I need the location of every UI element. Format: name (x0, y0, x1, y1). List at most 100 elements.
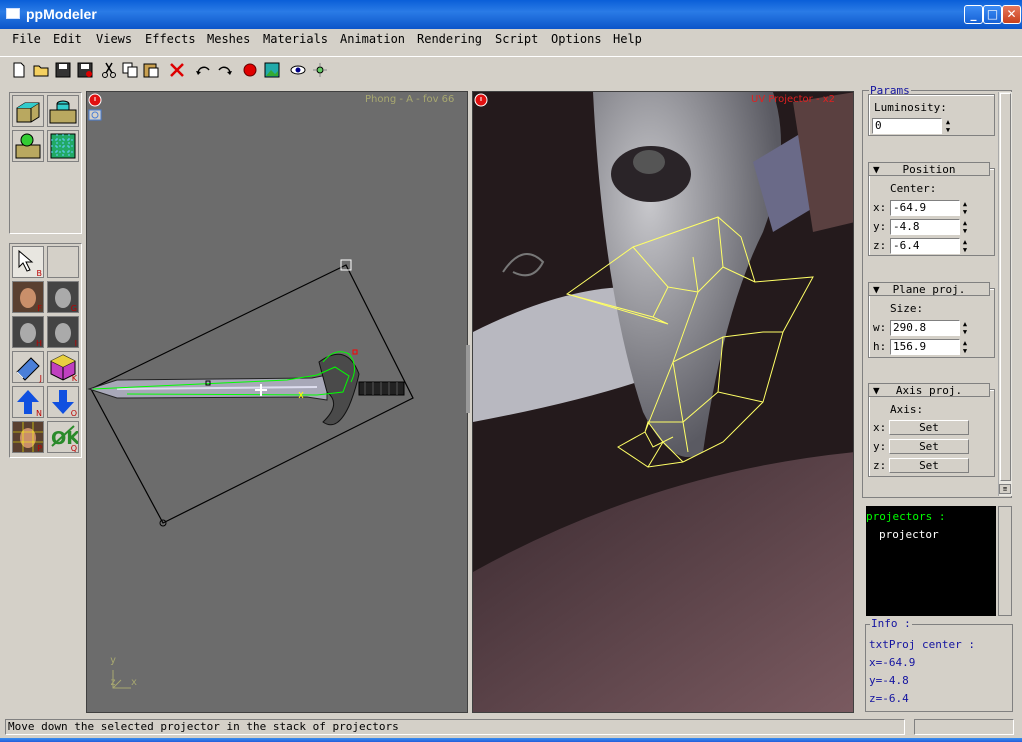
redo-icon[interactable] (216, 61, 234, 79)
texture-tool-f[interactable]: F (12, 281, 44, 313)
scroll-grip-icon[interactable]: ≡ (999, 484, 1011, 494)
position-y-spinner[interactable]: ▲ ▼ (960, 219, 970, 235)
viewport-close-icon[interactable] (474, 93, 488, 107)
record-icon[interactable] (241, 61, 259, 79)
ok-tool[interactable]: OK Q (47, 421, 81, 453)
texture-cube-tool[interactable]: K (47, 351, 79, 383)
create-box-tool[interactable] (12, 95, 44, 127)
params-scrollbar[interactable]: ≡ (998, 92, 1012, 496)
position-y-input[interactable]: -4.8 (890, 219, 960, 235)
size-h-input[interactable]: 156.9 (890, 339, 960, 355)
projectors-header: projectors : (866, 510, 946, 523)
menu-animation[interactable]: Animation (340, 32, 405, 46)
uv-viewport-label: UV Projector - x2 (751, 94, 836, 105)
scrollbar-thumb[interactable] (1000, 93, 1011, 481)
app-icon (6, 8, 20, 19)
cylinder-icon (49, 100, 77, 124)
uv-viewport[interactable]: UV Projector - x2 (472, 91, 854, 713)
size-h-label: h: (873, 340, 887, 353)
center-label: Center: (890, 182, 937, 195)
menu-script[interactable]: Script (495, 32, 538, 46)
axis-x-set-button[interactable]: Set (889, 420, 969, 435)
box-icon (16, 102, 40, 123)
texture-tool-i[interactable]: I (47, 316, 79, 348)
position-y-label: y: (873, 220, 887, 233)
size-w-input[interactable]: 290.8 (890, 320, 960, 336)
menu-options[interactable]: Options (551, 32, 602, 46)
menu-bar: File Edit Views Effects Meshes Materials… (0, 29, 1022, 51)
position-x-input[interactable]: -64.9 (890, 200, 960, 216)
menu-meshes[interactable]: Meshes (207, 32, 250, 46)
info-line: x=-64.9 (869, 656, 916, 669)
menu-materials[interactable]: Materials (263, 32, 328, 46)
toolbar (0, 56, 1022, 84)
viewport-3d[interactable]: Phong - A - fov 66 y x z (86, 91, 468, 713)
splitter[interactable] (466, 345, 470, 413)
menu-effects[interactable]: Effects (145, 32, 196, 46)
axis-y-label: y (110, 655, 117, 666)
paste-icon[interactable] (142, 61, 160, 79)
plane-proj-header[interactable]: ▼ Plane proj. (868, 282, 990, 296)
info-line: txtProj center : (869, 638, 975, 651)
window-title: ppModeler (26, 6, 97, 22)
list-item[interactable]: projector (879, 528, 939, 541)
texture-tool-p[interactable]: P (12, 421, 44, 453)
axis-x-label: x (131, 677, 138, 688)
size-h-spinner[interactable]: ▲ ▼ (960, 339, 970, 355)
luminosity-input[interactable]: 0 (872, 118, 942, 134)
taskbar-edge (0, 738, 1022, 742)
move-down-tool[interactable]: O (47, 386, 79, 418)
info-line: z=-6.4 (869, 692, 909, 705)
save-icon[interactable] (54, 61, 72, 79)
create-sphere-tool[interactable] (12, 130, 44, 162)
axis-y-set-button[interactable]: Set (889, 439, 969, 454)
delete-tool[interactable]: J (12, 351, 44, 383)
texture-tool-h[interactable]: H (12, 316, 44, 348)
maximize-button[interactable]: □ (983, 5, 1002, 24)
undo-icon[interactable] (194, 61, 212, 79)
tool-palette: B F G H I J K N O P OK Q (9, 243, 82, 458)
status-bar: Move down the selected projector in the … (5, 719, 905, 735)
cut-icon[interactable] (100, 61, 118, 79)
copy-icon[interactable] (121, 61, 139, 79)
face-gray-thumbnail-icon (48, 317, 78, 347)
minimize-button[interactable]: _ (964, 5, 983, 24)
axis-z-set-button[interactable]: Set (889, 458, 969, 473)
save-as-icon[interactable] (76, 61, 94, 79)
collapse-triangle-icon: ▼ (873, 384, 880, 397)
texture-tool-g[interactable]: G (47, 281, 79, 313)
close-button[interactable]: ✕ (1002, 5, 1021, 24)
axis-proj-header[interactable]: ▼ Axis proj. (868, 383, 990, 397)
axis-z-label: z (110, 677, 117, 688)
menu-file[interactable]: File (12, 32, 41, 46)
create-cylinder-tool[interactable] (47, 95, 79, 127)
info-line: y=-4.8 (869, 674, 909, 687)
eye-icon[interactable] (289, 61, 307, 79)
luminosity-spinner[interactable]: ▲ ▼ (943, 118, 953, 134)
menu-views[interactable]: Views (96, 32, 132, 46)
size-label: Size: (890, 302, 924, 315)
position-x-spinner[interactable]: ▲ ▼ (960, 200, 970, 216)
delete-icon[interactable] (168, 61, 186, 79)
position-header[interactable]: ▼ Position (868, 162, 990, 176)
open-folder-icon[interactable] (32, 61, 50, 79)
light-icon[interactable] (311, 61, 329, 79)
title-bar: ppModeler _ □ ✕ (0, 0, 1022, 29)
move-up-tool[interactable]: N (12, 386, 44, 418)
select-tool[interactable]: B (12, 246, 44, 278)
projectors-scrollbar[interactable] (998, 506, 1012, 616)
position-x-label: x: (873, 201, 887, 214)
empty-tool-slot (47, 246, 79, 278)
render-image-icon[interactable] (263, 61, 281, 79)
menu-help[interactable]: Help (613, 32, 642, 46)
position-z-spinner[interactable]: ▲ ▼ (960, 238, 970, 254)
grid-icon (50, 133, 76, 159)
new-file-icon[interactable] (10, 61, 28, 79)
size-w-spinner[interactable]: ▲ ▼ (960, 320, 970, 336)
create-grid-tool[interactable] (47, 130, 79, 162)
projectors-list[interactable]: projectors : projector (866, 506, 996, 616)
menu-rendering[interactable]: Rendering (417, 32, 482, 46)
axis-y-label-panel: y: (873, 440, 887, 453)
position-z-input[interactable]: -6.4 (890, 238, 960, 254)
menu-edit[interactable]: Edit (53, 32, 82, 46)
